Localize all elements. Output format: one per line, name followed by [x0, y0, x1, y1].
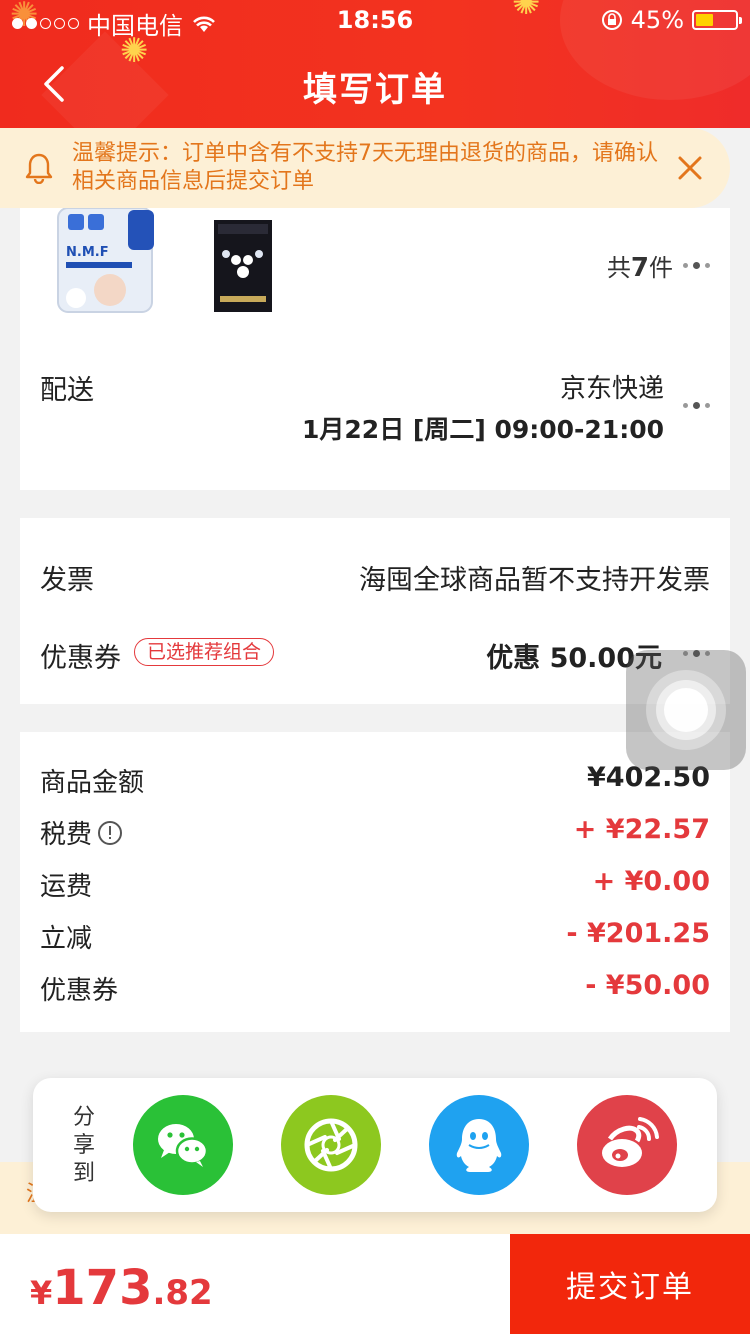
checkout-bar: ¥173.82 提交订单 — [0, 1234, 750, 1334]
submit-order-button[interactable]: 提交订单 — [510, 1234, 750, 1334]
qq-icon — [456, 1119, 502, 1172]
currency-symbol: ¥ — [30, 1274, 53, 1312]
amount-label: 立减 — [40, 924, 93, 954]
more-dots-icon[interactable] — [683, 402, 710, 409]
status-bar: 中国电信 18:56 45% — [0, 0, 750, 40]
assistive-touch-button[interactable] — [626, 650, 746, 770]
weibo-icon — [602, 1117, 659, 1167]
product-image-nmf[interactable]: N.M.F — [54, 208, 158, 318]
item-count-number: 7 — [630, 253, 649, 283]
amount-label: 运费 — [40, 872, 93, 902]
coupon-badge: 已选推荐组合 — [134, 638, 275, 666]
tax-row: 税费 — [40, 814, 123, 851]
info-icon[interactable] — [98, 820, 123, 845]
amount-value: + ¥0.00 — [592, 866, 710, 897]
svg-text:N.M.F: N.M.F — [66, 245, 109, 260]
amount-label: 优惠券 — [40, 976, 119, 1006]
wechat-icon — [158, 1124, 209, 1167]
share-panel: 分享到 — [33, 1078, 717, 1212]
moments-icon — [304, 1118, 358, 1172]
invoice-label: 发票 — [40, 565, 94, 596]
amount-label: 商品金额 — [40, 768, 145, 798]
order-items-card: N.M.F 共7件 配送 京东快递 1月22日 [周二] 09:00-21:00 — [20, 208, 730, 490]
amount-value: - ¥50.00 — [585, 970, 710, 1001]
header: ✺ ✺ ✺ 中国电信 18:56 45% 填写订单 — [0, 0, 750, 128]
amount-label: 税费 — [40, 820, 93, 850]
total-price: ¥173.82 — [30, 1260, 213, 1316]
share-weibo-button[interactable] — [577, 1095, 677, 1195]
product-image-mask[interactable] — [214, 220, 272, 312]
shipping-method[interactable]: 京东快递 — [560, 368, 664, 405]
share-label: 分享到 — [72, 1105, 95, 1186]
share-qq-button[interactable] — [429, 1095, 529, 1195]
rotation-lock-icon — [601, 10, 622, 30]
invoice-value: 海囤全球商品暂不支持开发票 — [359, 565, 710, 596]
item-count-prefix: 共 — [606, 254, 631, 282]
price-integer: 173 — [52, 1260, 153, 1316]
close-icon[interactable] — [676, 154, 704, 182]
shipping-label: 配送 — [40, 375, 94, 406]
notice-text: 温馨提示：订单中含有不支持7天无理由退货的商品，请确认相关商品信息后提交订单 — [72, 141, 658, 194]
battery-icon — [692, 10, 742, 30]
amount-summary-card: 商品金额 ¥402.50 税费 + ¥22.57 运费 + ¥0.00 立减 -… — [20, 732, 730, 1032]
battery-level — [696, 14, 714, 26]
amount-value: - ¥201.25 — [566, 918, 710, 949]
battery-percent: 45% — [630, 6, 684, 34]
invoice-coupon-card: 发票 海囤全球商品暂不支持开发票 优惠券 已选推荐组合 优惠 50.00元 — [20, 518, 730, 704]
coupon-label: 优惠券 — [40, 643, 121, 674]
price-decimal: .82 — [152, 1273, 213, 1313]
return-policy-notice: 温馨提示：订单中含有不支持7天无理由退货的商品，请确认相关商品信息后提交订单 — [0, 128, 730, 208]
amount-value: + ¥22.57 — [573, 814, 710, 845]
bell-icon — [25, 153, 53, 184]
shipping-time[interactable]: 1月22日 [周二] 09:00-21:00 — [302, 410, 664, 446]
item-count[interactable]: 共7件 — [607, 248, 710, 283]
share-moments-button[interactable] — [281, 1095, 381, 1195]
page-title: 填写订单 — [303, 70, 447, 110]
share-wechat-button[interactable] — [133, 1095, 233, 1195]
item-count-suffix: 件 — [649, 254, 673, 282]
more-dots-icon[interactable] — [683, 262, 710, 269]
